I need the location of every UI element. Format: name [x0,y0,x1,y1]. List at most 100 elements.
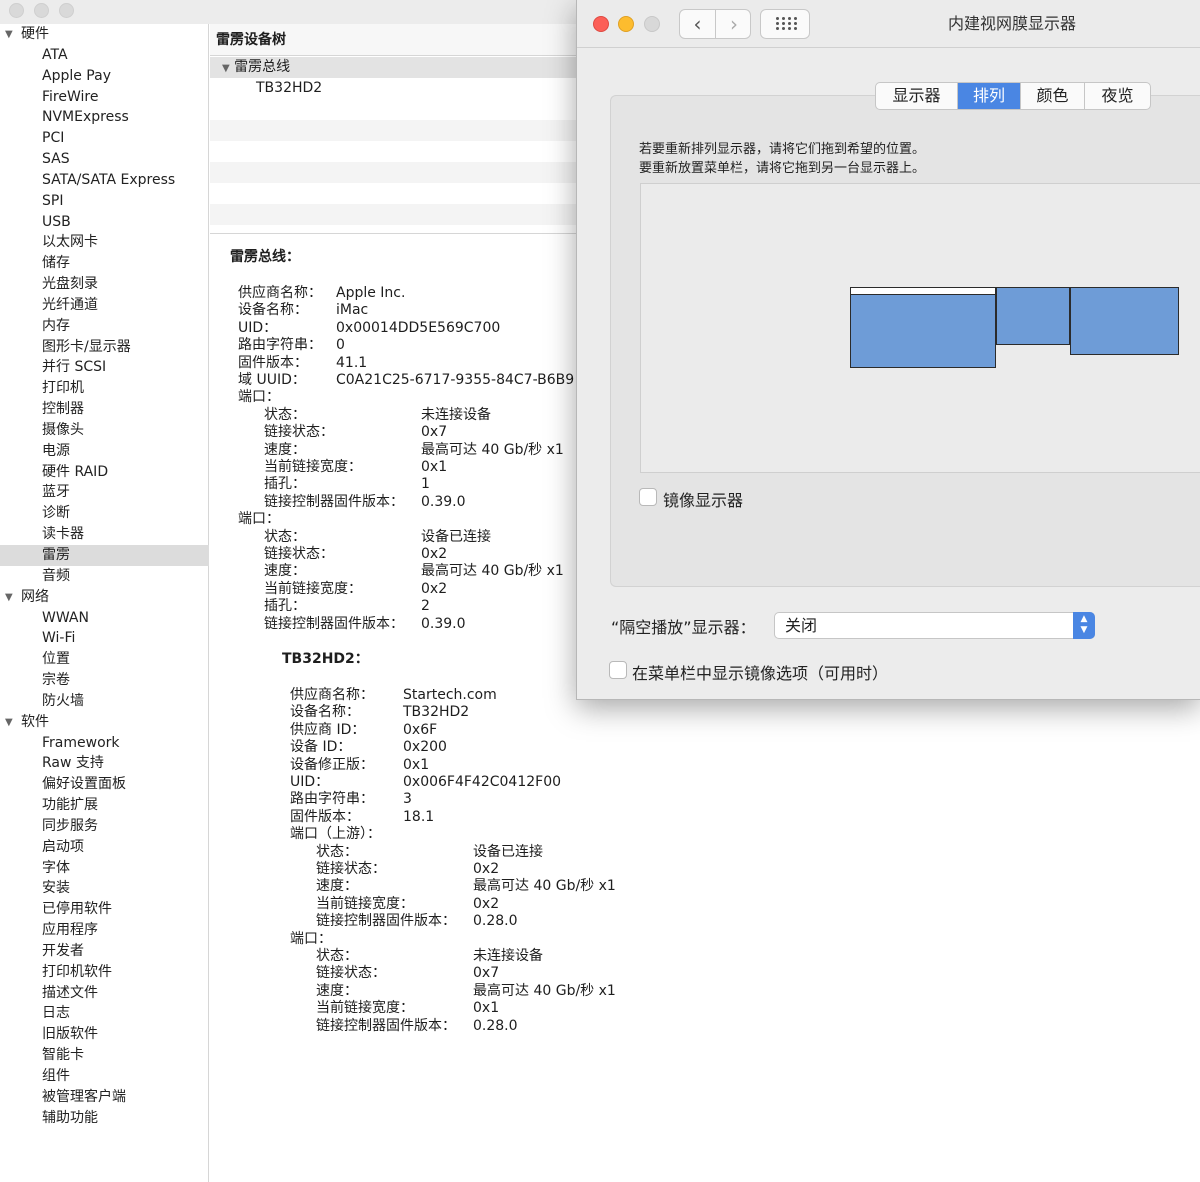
sidebar-item[interactable]: 内存 [0,316,209,337]
field-value: 最高可达 40 Gb/秒 x1 [473,982,616,999]
sidebar-item[interactable]: 储存 [0,253,209,274]
field-value: Apple Inc. [336,285,406,301]
minimize-button[interactable] [618,16,634,32]
sidebar-item[interactable]: 应用程序 [0,920,209,941]
menu-bar-handle[interactable] [851,288,995,295]
field-value: C0A21C25-6717-9355-84C7-B6B9 [336,372,575,388]
sidebar-item[interactable]: PCI [0,128,209,149]
sidebar-section-network[interactable]: ▼ 网络 [0,587,209,608]
sidebar-item[interactable]: WWAN [0,608,209,629]
sidebar-item[interactable]: 智能卡 [0,1045,209,1066]
display-thumbnail-main[interactable] [850,287,996,368]
field-label: 链接状态： [264,546,334,562]
displays-preferences-window: ‹ › 内建视网膜显示器 显示器 排列 颜色 夜览 若要重新排列显示器，请将它们… [576,0,1200,700]
close-button[interactable] [593,16,609,32]
sidebar-item[interactable]: 启动项 [0,837,209,858]
minimize-button-inactive[interactable] [34,3,49,18]
sidebar-item[interactable]: 功能扩展 [0,795,209,816]
field-label: UID： [238,319,278,336]
sidebar-item[interactable]: 蓝牙 [0,482,209,503]
sidebar-item[interactable]: Wi-Fi [0,628,209,649]
sidebar-item[interactable]: 以太网卡 [0,232,209,253]
sidebar-item[interactable]: 音频 [0,566,209,587]
sidebar-item[interactable]: 位置 [0,649,209,670]
sidebar-item[interactable]: 控制器 [0,399,209,420]
sidebar-item[interactable]: SATA/SATA Express [0,170,209,191]
display-thumbnail-secondary[interactable] [996,287,1070,345]
field-label: 速度： [316,982,358,999]
displays-toolbar: ‹ › 内建视网膜显示器 [577,0,1200,48]
sidebar-item[interactable]: USB [0,212,209,233]
zoom-button[interactable] [644,16,660,32]
port-label: 端口（上游）： [290,826,381,843]
sidebar-item[interactable]: 打印机软件 [0,962,209,983]
tab-color[interactable]: 颜色 [1021,83,1085,109]
sidebar-item[interactable]: 防火墙 [0,691,209,712]
display-thumbnail-tertiary[interactable] [1070,287,1179,355]
sidebar-section-software[interactable]: ▼ 软件 [0,712,209,733]
disclosure-triangle-icon[interactable]: ▼ [5,587,13,608]
sidebar-item[interactable]: 辅助功能 [0,1108,209,1129]
sidebar-item[interactable]: 组件 [0,1066,209,1087]
disclosure-triangle-icon[interactable]: ▼ [5,712,13,733]
mirror-displays-checkbox[interactable] [639,488,657,506]
sidebar-item[interactable]: 打印机 [0,378,209,399]
sidebar-item[interactable]: 并行 SCSI [0,357,209,378]
sidebar-item[interactable]: SPI [0,191,209,212]
field-label: 链接控制器固件版本： [264,493,404,510]
tab-display[interactable]: 显示器 [876,83,958,109]
show-mirroring-options-checkbox[interactable] [609,661,627,679]
show-all-button[interactable] [760,9,810,39]
field-label: 固件版本： [290,808,360,825]
sidebar-item[interactable]: 安装 [0,878,209,899]
sidebar-item[interactable]: 旧版软件 [0,1024,209,1045]
sidebar-item[interactable]: 字体 [0,858,209,879]
sidebar-item[interactable]: 硬件 RAID [0,462,209,483]
chevron-up-down-icon[interactable]: ▲ ▼ [1073,612,1095,639]
sidebar-item[interactable]: 雷雳 [0,545,209,566]
sidebar-item[interactable]: 同步服务 [0,816,209,837]
airplay-display-select[interactable]: 关闭 ▲ ▼ [774,612,1095,639]
tree-row-device[interactable]: TB32HD2 [210,78,576,99]
sidebar-item[interactable]: 被管理客户端 [0,1087,209,1108]
tree-row-bus[interactable]: ▼ 雷雳总线 [210,57,576,78]
field-value: 0.39.0 [421,493,466,510]
field-label: 状态： [264,528,306,545]
sidebar-item[interactable]: 日志 [0,1003,209,1024]
sidebar-item[interactable]: 宗卷 [0,670,209,691]
sidebar-item[interactable]: 描述文件 [0,983,209,1004]
zoom-button-inactive[interactable] [59,3,74,18]
sidebar-item[interactable]: 光盘刻录 [0,274,209,295]
disclosure-triangle-icon[interactable]: ▼ [222,63,230,74]
sidebar-item[interactable]: 摄像头 [0,420,209,441]
close-button-inactive[interactable] [9,3,24,18]
sidebar-item[interactable]: Apple Pay [0,66,209,87]
sidebar-item[interactable]: SAS [0,149,209,170]
field-value: 0x6F [403,721,438,738]
sidebar-item[interactable]: 开发者 [0,941,209,962]
tab-night-shift[interactable]: 夜览 [1085,83,1150,109]
chevron-left-icon[interactable]: ‹ [680,10,716,38]
sidebar-item[interactable]: 诊断 [0,503,209,524]
sidebar-item[interactable]: FireWire [0,87,209,108]
sidebar-item[interactable]: 已停用软件 [0,899,209,920]
port-label: 端口： [238,389,280,406]
sidebar-item[interactable]: 偏好设置面板 [0,774,209,795]
sidebar-item[interactable]: 图形卡/显示器 [0,337,209,358]
field-label: 链接控制器固件版本： [316,1017,456,1034]
sidebar-item[interactable]: 电源 [0,441,209,462]
sidebar-item[interactable]: 光纤通道 [0,295,209,316]
field-value: 18.1 [403,808,435,825]
tab-arrangement[interactable]: 排列 [958,83,1021,109]
sidebar-section-hardware[interactable]: ▼ 硬件 [0,24,209,45]
field-label: 速度： [316,878,358,895]
chevron-right-icon[interactable]: › [716,10,752,38]
sidebar-item[interactable]: Raw 支持 [0,753,209,774]
sidebar-item[interactable]: ATA [0,45,209,66]
sidebar-item[interactable]: 读卡器 [0,524,209,545]
sidebar-item[interactable]: Framework [0,733,209,754]
field-label: 域 UUID： [238,372,306,388]
sidebar-item[interactable]: NVMExpress [0,107,209,128]
system-information-titlebar [0,0,576,24]
disclosure-triangle-icon[interactable]: ▼ [5,24,13,45]
